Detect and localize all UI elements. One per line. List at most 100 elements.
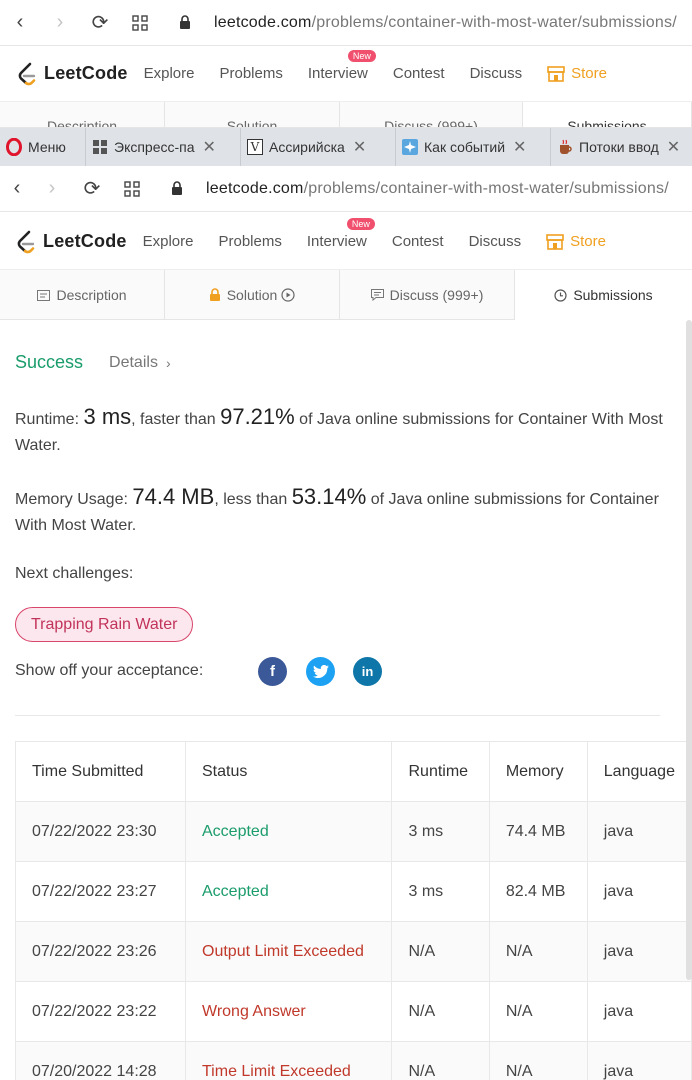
leetcode-nav: LeetCode Explore Problems Interview New C… [0,214,692,270]
facebook-icon[interactable]: f [258,657,287,686]
chevron-right-icon[interactable]: › [166,355,171,371]
browser-tab-strip: Меню Экспресс-па ✕ V Ассирийска ✕ Как со… [0,128,692,166]
details-link[interactable]: Details [109,354,158,372]
cell-status[interactable]: Accepted [184,861,393,922]
close-icon[interactable]: ✕ [353,137,366,157]
table-row[interactable]: 07/22/2022 23:26 Output Limit Exceeded N… [15,921,692,982]
memory-summary: Memory Usage: 74.4 MB, less than 53.14% … [15,484,659,534]
tab-description[interactable]: Description [0,270,165,320]
bg-tab-solution[interactable]: Solution [165,102,340,127]
clock-icon [554,288,567,302]
cell-memory: 74.4 MB [488,801,588,862]
tab-solution[interactable]: Solution [165,270,340,320]
store-icon [547,65,565,82]
cell-language: java [586,981,692,1042]
cell-memory: N/A [488,981,588,1042]
document-icon [37,289,51,301]
leetcode-logo[interactable]: LeetCode [15,230,127,254]
close-icon[interactable]: ✕ [667,137,680,157]
nav-explore[interactable]: Explore [144,65,195,82]
divider [15,715,660,716]
browser-tab[interactable]: Экспресс-па ✕ [86,128,241,166]
lock-icon [209,288,221,302]
cell-language: java [586,861,692,922]
bg-tab-discuss[interactable]: Discuss (999+) [340,102,523,127]
url-bar[interactable]: leetcode.com/problems/container-with-mos… [206,180,669,198]
tabs-grid-icon[interactable] [120,0,160,46]
nav-contest[interactable]: Contest [393,65,445,82]
nav-explore[interactable]: Explore [143,233,194,250]
header-memory[interactable]: Memory [488,741,588,802]
cell-time: 07/22/2022 23:26 [15,921,186,982]
nav-discuss[interactable]: Discuss [470,65,523,82]
nav-discuss[interactable]: Discuss [469,233,522,250]
background-tabs: Description Solution Discuss (999+) Subm… [0,102,692,128]
browser-bar: ‹ › ⟳ leetcode.com/problems/container-wi… [0,166,692,212]
runtime-percent: 97.21% [220,404,295,429]
nav-interview[interactable]: Interview New [307,218,375,250]
table-row[interactable]: 07/22/2022 23:22 Wrong Answer N/A N/A ja… [15,981,692,1042]
nav-contest[interactable]: Contest [392,233,444,250]
lock-icon [170,15,200,30]
table-row[interactable]: 07/20/2022 14:28 Time Limit Exceeded N/A… [15,1041,692,1080]
cell-runtime: N/A [391,981,490,1042]
cell-time: 07/22/2022 23:22 [15,981,186,1042]
cell-status[interactable]: Accepted [184,801,393,862]
comment-icon [370,289,384,301]
new-badge: New [346,218,375,230]
wiki-icon: V [247,139,263,155]
browser-tab[interactable]: Как событий ✕ [396,128,551,166]
cell-runtime: N/A [391,1041,490,1080]
cell-status[interactable]: Wrong Answer [184,981,393,1042]
reload-icon[interactable]: ⟳ [72,166,112,212]
runtime-summary: Runtime: 3 ms, faster than 97.21% of Jav… [15,404,663,454]
tab-submissions[interactable]: Submissions [515,270,692,320]
nav-interview[interactable]: Interview New [308,50,376,82]
cell-language: java [586,801,692,862]
browser-tab[interactable]: Потоки ввод ✕ [551,128,692,166]
cell-time: 07/20/2022 14:28 [15,1041,186,1080]
cell-status[interactable]: Output Limit Exceeded [184,921,393,982]
header-runtime[interactable]: Runtime [391,741,490,802]
back-arrow-icon[interactable]: ‹ [0,0,40,46]
forward-arrow-icon[interactable]: › [32,166,72,212]
memory-percent: 53.14% [291,484,367,509]
cell-runtime: N/A [391,921,490,982]
twitter-icon[interactable] [306,657,335,686]
reload-icon[interactable]: ⟳ [80,0,120,46]
share-label: Show off your acceptance: [15,662,204,679]
tab-discuss[interactable]: Discuss (999+) [340,270,515,320]
bg-tab-submissions[interactable]: Submissions [523,102,692,127]
table-row[interactable]: 07/22/2022 23:27 Accepted 3 ms 82.4 MB j… [15,861,692,922]
opera-menu-button[interactable]: Меню [0,128,86,166]
cell-runtime: 3 ms [391,801,490,862]
linkedin-icon[interactable]: in [353,657,382,686]
new-badge: New [347,50,376,62]
back-arrow-icon[interactable]: ‹ [2,166,32,212]
cell-time: 07/22/2022 23:27 [15,861,186,922]
cell-status[interactable]: Time Limit Exceeded [184,1041,393,1080]
nav-store[interactable]: Store [547,65,607,82]
close-icon[interactable]: ✕ [203,137,216,157]
background-browser-bar: ‹ › ⟳ leetcode.com/problems/container-wi… [0,0,692,46]
forward-arrow-icon[interactable]: › [40,0,80,46]
next-challenge-link[interactable]: Trapping Rain Water [15,607,194,642]
close-icon[interactable]: ✕ [513,137,526,157]
submissions-table: Time Submitted Status Runtime Memory Lan… [15,741,692,1080]
cell-language: java [586,1041,692,1080]
nav-problems[interactable]: Problems [219,65,282,82]
bg-tab-description[interactable]: Description [0,102,165,127]
url-bar[interactable]: leetcode.com/problems/container-with-mos… [214,14,677,32]
tabs-grid-icon[interactable] [112,166,152,212]
browser-tab[interactable]: V Ассирийска ✕ [241,128,396,166]
play-circle-icon [281,288,295,302]
table-row[interactable]: 07/22/2022 23:30 Accepted 3 ms 74.4 MB j… [15,801,692,862]
page-scrollbar[interactable] [686,320,692,980]
header-status[interactable]: Status [184,741,393,802]
leetcode-logo[interactable]: LeetCode [16,62,128,86]
nav-problems[interactable]: Problems [218,233,281,250]
status-success: Success [15,352,84,372]
header-time-submitted[interactable]: Time Submitted [15,741,186,802]
nav-store[interactable]: Store [546,233,606,250]
header-language[interactable]: Language [586,741,692,802]
